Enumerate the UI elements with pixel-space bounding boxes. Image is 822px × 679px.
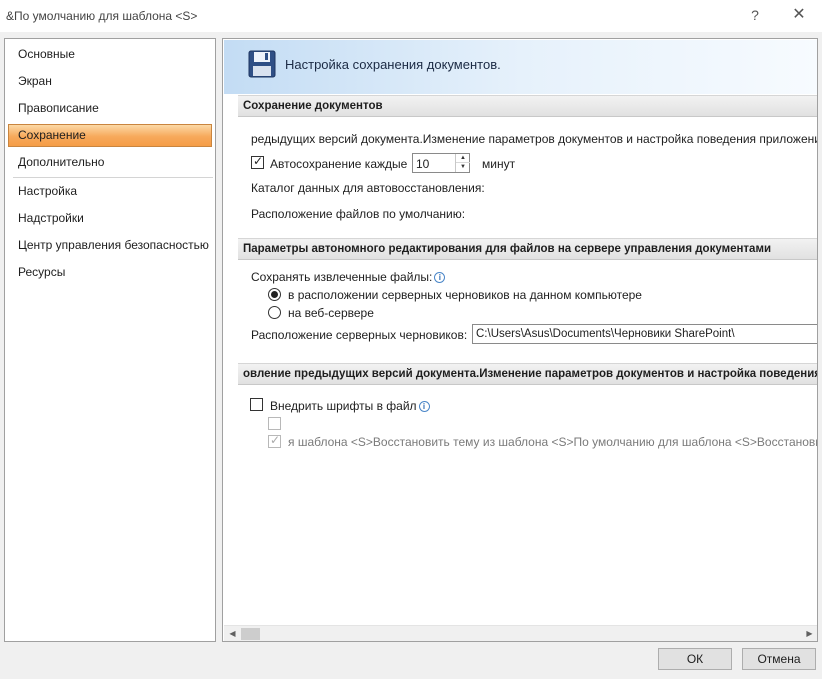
embed-sub-option-1-checkbox[interactable] [268, 417, 281, 430]
floppy-disk-icon [248, 50, 276, 78]
embed-sub-option-2-label: я шаблона <S>Восстановить тему из шаблон… [288, 435, 818, 449]
info-icon: i [434, 272, 446, 284]
sidebar-item-proofing[interactable]: Правописание [8, 97, 212, 120]
horizontal-scrollbar[interactable]: ◀ ▶ [224, 625, 817, 641]
close-icon[interactable]: ✕ [788, 4, 810, 26]
spinner-buttons: ▲ ▼ [455, 154, 470, 172]
info-icon: i [418, 401, 430, 413]
embed-sub-option-2-checkbox[interactable]: ✓ [268, 433, 281, 448]
server-drafts-location-label: Расположение серверных черновиков: [251, 328, 468, 342]
cancel-button[interactable]: Отмена [742, 648, 816, 670]
panel-header: Настройка сохранения документов. [224, 40, 817, 94]
checkmark-icon: ✓ [253, 154, 264, 168]
embed-fonts-label: Внедрить шрифты в файл i [270, 399, 430, 413]
embed-fonts-checkbox[interactable] [250, 398, 263, 411]
spin-down-icon[interactable]: ▼ [456, 163, 470, 172]
radio-web-server[interactable] [268, 306, 281, 319]
autorecover-location-label: Каталог данных для автовосстановления: [251, 181, 485, 195]
ok-button[interactable]: ОК [658, 648, 732, 670]
settings-panel: Настройка сохранения документов. Сохране… [222, 38, 818, 642]
server-drafts-location-input[interactable]: C:\Users\Asus\Documents\Черновики ShareP… [472, 324, 817, 344]
autosave-unit: минут [482, 157, 516, 171]
scrollbar-thumb[interactable] [241, 628, 260, 640]
radio-web-server-label: на веб-сервере [288, 306, 374, 320]
radio-server-drafts-local[interactable] [268, 288, 281, 301]
autosave-minutes-spinner[interactable]: 10 ▲ ▼ [412, 153, 470, 173]
keep-checked-out-label: Сохранять извлеченные файлы: i [251, 270, 446, 284]
autosave-minutes-value: 10 [416, 157, 430, 171]
window-title: &По умолчанию для шаблона <S> [6, 9, 198, 23]
sidebar-item-customize[interactable]: Настройка [8, 180, 212, 203]
spin-up-icon[interactable]: ▲ [456, 154, 470, 163]
sidebar-item-addins[interactable]: Надстройки [8, 207, 212, 230]
section-fidelity: овление предыдущих версий документа.Изме… [238, 363, 817, 385]
autosave-label: Автосохранение каждые [270, 157, 408, 171]
sidebar-item-trust-center[interactable]: Центр управления безопасностью [8, 234, 212, 257]
sidebar-divider [13, 177, 213, 178]
section-save-documents: Сохранение документов [238, 95, 817, 117]
embed-fonts-text: Внедрить шрифты в файл [270, 399, 417, 413]
sidebar: Основные Экран Правописание Сохранение Д… [4, 38, 216, 642]
sidebar-item-advanced[interactable]: Дополнительно [8, 151, 212, 174]
autosave-checkbox[interactable]: ✓ [251, 154, 264, 169]
radio-server-drafts-local-label: в расположении серверных черновиков на д… [288, 288, 642, 302]
keep-checked-out-text: Сохранять извлеченные файлы: [251, 270, 433, 284]
section-offline-editing: Параметры автономного редактирования для… [238, 238, 817, 260]
checkmark-icon: ✓ [270, 433, 281, 447]
scroll-right-icon[interactable]: ▶ [801, 626, 817, 641]
sidebar-item-save[interactable]: Сохранение [8, 124, 212, 147]
sidebar-item-resources[interactable]: Ресурсы [8, 261, 212, 284]
scroll-left-icon[interactable]: ◀ [224, 626, 241, 641]
help-icon[interactable]: ? [744, 4, 766, 26]
page-title: Настройка сохранения документов. [285, 57, 501, 72]
radio-selected-dot [271, 291, 278, 298]
sidebar-item-display[interactable]: Экран [8, 70, 212, 93]
sidebar-item-general[interactable]: Основные [8, 43, 212, 66]
title-bar: &По умолчанию для шаблона <S> ? ✕ [0, 0, 822, 32]
save-description: редыдущих версий документа.Изменение пар… [251, 132, 817, 146]
default-file-location-label: Расположение файлов по умолчанию: [251, 207, 466, 221]
